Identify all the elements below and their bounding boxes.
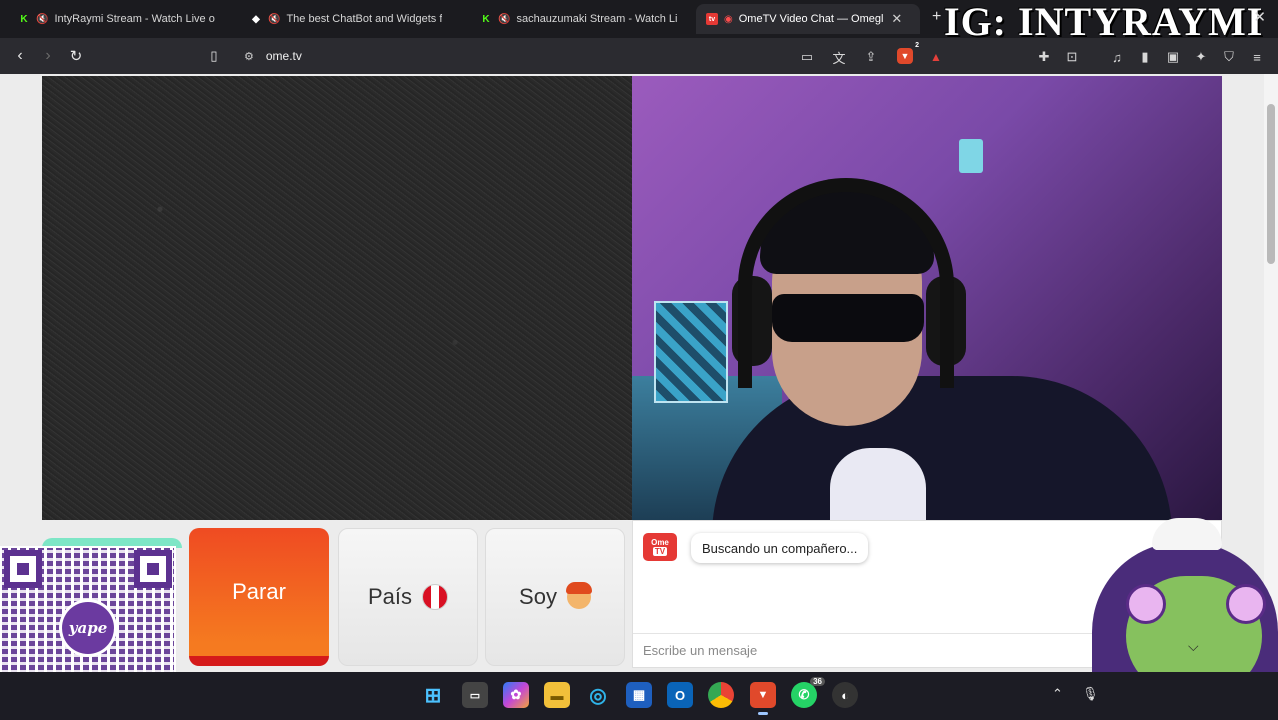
scrollbar-thumb[interactable] — [1267, 104, 1275, 264]
bookmark-icon[interactable]: ▯ — [204, 46, 224, 66]
leo-ai-icon[interactable]: ✦ — [1192, 48, 1210, 66]
browser-tab-strip: K 🔇 IntyRaymi Stream - Watch Live o ◆ 🔇 … — [0, 0, 1278, 44]
media-icon[interactable]: ♫ — [1108, 48, 1126, 66]
calculator-icon[interactable]: ▦ — [626, 682, 652, 708]
stop-button[interactable]: Parar — [189, 528, 329, 666]
obs-icon[interactable]: ◐ — [832, 682, 858, 708]
peru-flag-icon — [422, 584, 449, 610]
brave-shield-icon[interactable]: ▼ 2 — [897, 42, 919, 64]
vpn-icon[interactable]: ⛉ — [1220, 48, 1238, 66]
yape-logo: yape — [62, 602, 114, 654]
close-tab-icon[interactable]: ✕ — [891, 11, 902, 27]
tab-label: sachauzumaki Stream - Watch Li — [516, 13, 678, 25]
tray-chevron-icon[interactable]: ⌃ — [1052, 686, 1063, 702]
site-settings-icon[interactable]: ⚙ — [244, 50, 254, 63]
window-close-icon[interactable]: ✕ — [1253, 8, 1266, 26]
kick-icon: K — [20, 13, 28, 25]
new-tab-button[interactable]: + — [932, 8, 941, 26]
ometv-favicon-icon: tv — [706, 13, 718, 25]
tab-label: IntyRaymi Stream - Watch Live o — [54, 13, 215, 25]
logo-tv-text: TV — [652, 547, 668, 556]
frog-eye-right — [1226, 584, 1266, 624]
muted-speaker-icon[interactable]: 🔇 — [36, 14, 48, 25]
argyle-box — [654, 301, 728, 403]
recording-icon: ◉ — [724, 13, 733, 25]
share-icon[interactable]: ⇪ — [862, 48, 880, 66]
back-icon[interactable]: ‹ — [10, 46, 30, 66]
tab-chatbot-widgets[interactable]: ◆ 🔇 The best ChatBot and Widgets fo — [240, 4, 452, 34]
forward-icon[interactable]: › — [38, 46, 58, 66]
menu-icon[interactable]: ≡ — [1248, 48, 1266, 66]
qr-finder-top-right — [134, 550, 172, 588]
sidebar-icon[interactable]: ▮ — [1136, 48, 1154, 66]
tab-ometv[interactable]: tv ◉ OmeTV Video Chat — Omegl ✕ — [696, 4, 920, 34]
tab-label: The best ChatBot and Widgets fo — [286, 13, 442, 25]
cast-icon[interactable]: ▭ — [798, 48, 816, 66]
frog-mouth: ⌵ — [1188, 638, 1199, 654]
screenshot-icon[interactable]: ⊡ — [1063, 48, 1081, 66]
chat-status-message: Buscando un compañero... — [691, 533, 869, 563]
gender-button[interactable]: Soy — [485, 528, 625, 666]
ometv-logo-icon: Ome TV — [643, 533, 677, 561]
frog-eye-left — [1126, 584, 1166, 624]
screen: K 🔇 IntyRaymi Stream - Watch Live o ◆ 🔇 … — [0, 0, 1278, 720]
tab-intyraymi-stream[interactable]: K 🔇 IntyRaymi Stream - Watch Live o — [8, 4, 230, 34]
microphone-icon[interactable]: 🎙 — [1082, 686, 1099, 702]
partner-video-static — [42, 76, 632, 520]
browser-toolbar: ‹ › ↻ ▯ ⚙ ome.tv ▭ 文 ⇪ ▼ 2 ▲ ✚ ⊡ ♫ ▮ ▣ ✦ … — [0, 38, 1278, 74]
country-button[interactable]: País — [338, 528, 478, 666]
edge-icon[interactable]: ◎ — [585, 682, 611, 708]
outlook-icon[interactable]: O — [667, 682, 693, 708]
url-text: ome.tv — [265, 49, 302, 63]
whatsapp-icon[interactable]: ✆ 36 — [791, 677, 825, 708]
tab-sachauzumaki-stream[interactable]: K 🔇 sachauzumaki Stream - Watch Li — [470, 4, 692, 34]
sunglasses — [772, 294, 924, 342]
tab-label: OmeTV Video Chat — Omegl — [738, 13, 884, 25]
translate-icon[interactable]: 文 — [830, 48, 848, 66]
brave-rewards-icon[interactable]: ▲ — [927, 48, 945, 66]
wall-switch — [959, 139, 983, 173]
copilot-icon[interactable]: ✿ — [503, 682, 529, 708]
headphone-band — [738, 178, 954, 388]
logo-ome-text: Ome — [651, 538, 669, 547]
reload-icon[interactable]: ↻ — [66, 46, 86, 66]
country-button-label: País — [367, 584, 413, 609]
qr-finder-top-left — [4, 550, 42, 588]
yape-brand-text: yape — [68, 619, 108, 637]
self-webcam-video — [632, 76, 1222, 520]
chrome-icon[interactable] — [708, 682, 734, 708]
muted-speaker-icon[interactable]: 🔇 — [268, 14, 280, 25]
gender-button-label: Soy — [519, 584, 557, 609]
task-view-icon[interactable]: ▭ — [462, 682, 488, 708]
shield-count: 2 — [915, 42, 919, 49]
extensions-icon[interactable]: ✚ — [1035, 48, 1053, 66]
whatsapp-badge: 36 — [810, 677, 825, 686]
stop-button-label: Parar — [232, 579, 286, 604]
boy-avatar-icon — [565, 582, 592, 609]
wallet-icon[interactable]: ▣ — [1164, 48, 1182, 66]
file-explorer-icon[interactable]: ▬ — [544, 682, 570, 708]
windows-taskbar: ⊞ ▭ ✿ ▬ ◎ ▦ O ▼ ✆ 36 ◐ ⌃ 🎙 — [0, 672, 1278, 720]
windows-start-icon[interactable]: ⊞ — [420, 682, 446, 708]
brave-icon[interactable]: ▼ — [750, 682, 776, 715]
muted-speaker-icon[interactable]: 🔇 — [498, 14, 510, 25]
person-shirt — [830, 448, 926, 520]
kick-icon: K — [482, 13, 490, 25]
diamond-icon: ◆ — [252, 13, 260, 25]
frog-maid-cap — [1152, 518, 1222, 550]
